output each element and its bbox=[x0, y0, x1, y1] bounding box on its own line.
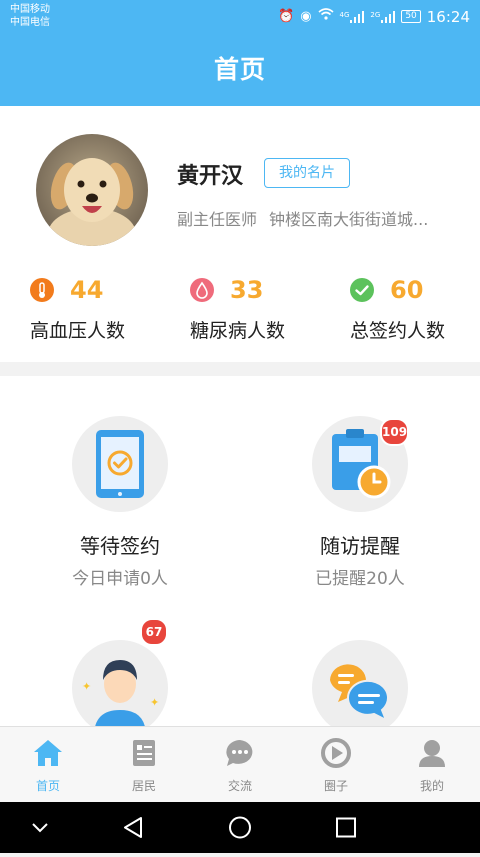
thermometer-icon bbox=[30, 278, 54, 302]
blood-drop-icon bbox=[190, 278, 214, 302]
tile-subtitle: 已提醒20人 bbox=[315, 569, 405, 589]
check-icon bbox=[350, 278, 374, 302]
stat-value: 44 bbox=[70, 276, 104, 304]
doctor-name: 黄开汉 bbox=[177, 164, 244, 189]
user-icon bbox=[416, 737, 448, 769]
tab-mine[interactable]: 我的 bbox=[384, 727, 480, 803]
carrier-2: 中国电信 bbox=[10, 17, 50, 28]
stat-label: 高血压人数 bbox=[30, 320, 126, 342]
notification-badge: 109 bbox=[380, 418, 410, 446]
signal-2-icon: 2G bbox=[370, 10, 396, 23]
back-icon[interactable] bbox=[103, 802, 163, 853]
tab-circles[interactable]: 圈子 bbox=[288, 727, 384, 803]
tab-label: 首页 bbox=[35, 779, 60, 793]
stat-label: 糖尿病人数 bbox=[190, 320, 286, 342]
doctor-info: 副主任医师 钟楼区南大街街道城... bbox=[177, 206, 480, 230]
tab-label: 圈子 bbox=[323, 779, 348, 793]
tile-subtitle: 今日申请0人 bbox=[72, 569, 168, 589]
my-card-button[interactable]: 我的名片 bbox=[264, 158, 350, 188]
clock: 16:24 bbox=[426, 7, 470, 26]
tile-pending-signing[interactable]: 等待签约 今日申请0人 bbox=[0, 376, 240, 589]
signal-1-icon: 4G bbox=[340, 10, 365, 23]
chevron-down-icon[interactable] bbox=[10, 802, 70, 853]
chat-icon bbox=[224, 737, 256, 769]
resident-list-icon bbox=[128, 737, 160, 769]
doctor-address: 钟楼区南大街街道城... bbox=[269, 210, 429, 229]
eye-icon: ◉ bbox=[300, 8, 312, 24]
home-circle-icon[interactable] bbox=[210, 802, 270, 853]
stat-value: 60 bbox=[390, 276, 424, 304]
notification-badge: 67 bbox=[140, 618, 168, 646]
tab-residents[interactable]: 居民 bbox=[96, 727, 192, 803]
bottom-tab-bar: 首页 居民 交流 圈子 我的 bbox=[0, 726, 480, 803]
tile-title: 随访提醒 bbox=[320, 534, 400, 558]
system-nav-bar bbox=[0, 802, 480, 853]
wifi-icon bbox=[318, 7, 334, 26]
resident-person-icon: ✦ ✦ bbox=[72, 640, 168, 736]
circle-play-icon bbox=[320, 737, 352, 769]
status-bar: 中国移动 中国电信 ⏰ ◉ 4G 2G 50 16:24 bbox=[0, 0, 480, 34]
svg-text:✦: ✦ bbox=[82, 680, 91, 693]
page-title: 首页 bbox=[213, 55, 266, 84]
stat-label: 总签约人数 bbox=[350, 320, 446, 342]
alarm-icon: ⏰ bbox=[278, 8, 295, 24]
svg-text:✦: ✦ bbox=[150, 696, 159, 709]
profile-section: 黄开汉 我的名片 副主任医师 钟楼区南大街街道城... 44 高血压人数 33 糖… bbox=[0, 106, 480, 362]
tab-label: 我的 bbox=[419, 779, 444, 793]
doctor-title: 副主任医师 bbox=[177, 210, 258, 229]
status-icons: ⏰ ◉ 4G 2G 50 16:24 bbox=[278, 7, 470, 26]
tab-label: 居民 bbox=[131, 779, 156, 793]
tile-follow-up-reminder[interactable]: 109 随访提醒 已提醒20人 bbox=[240, 376, 480, 589]
tab-chat[interactable]: 交流 bbox=[192, 727, 288, 803]
tab-home[interactable]: 首页 bbox=[0, 727, 96, 803]
battery-icon: 50 bbox=[401, 10, 421, 23]
tablet-check-icon bbox=[72, 416, 168, 512]
recent-apps-icon[interactable] bbox=[316, 802, 376, 853]
stat-value: 33 bbox=[230, 276, 264, 304]
home-icon bbox=[32, 737, 64, 769]
tab-label: 交流 bbox=[227, 779, 252, 793]
tile-title: 等待签约 bbox=[80, 534, 160, 558]
feature-grid: 等待签约 今日申请0人 109 随访提醒 已提醒20人 ✦ ✦ 67 bbox=[0, 376, 480, 736]
carrier-info: 中国移动 中国电信 bbox=[10, 3, 50, 29]
carrier-1: 中国移动 bbox=[10, 4, 50, 15]
chat-bubbles-icon bbox=[312, 640, 408, 736]
header: 首页 bbox=[0, 34, 480, 106]
avatar[interactable] bbox=[36, 134, 148, 246]
